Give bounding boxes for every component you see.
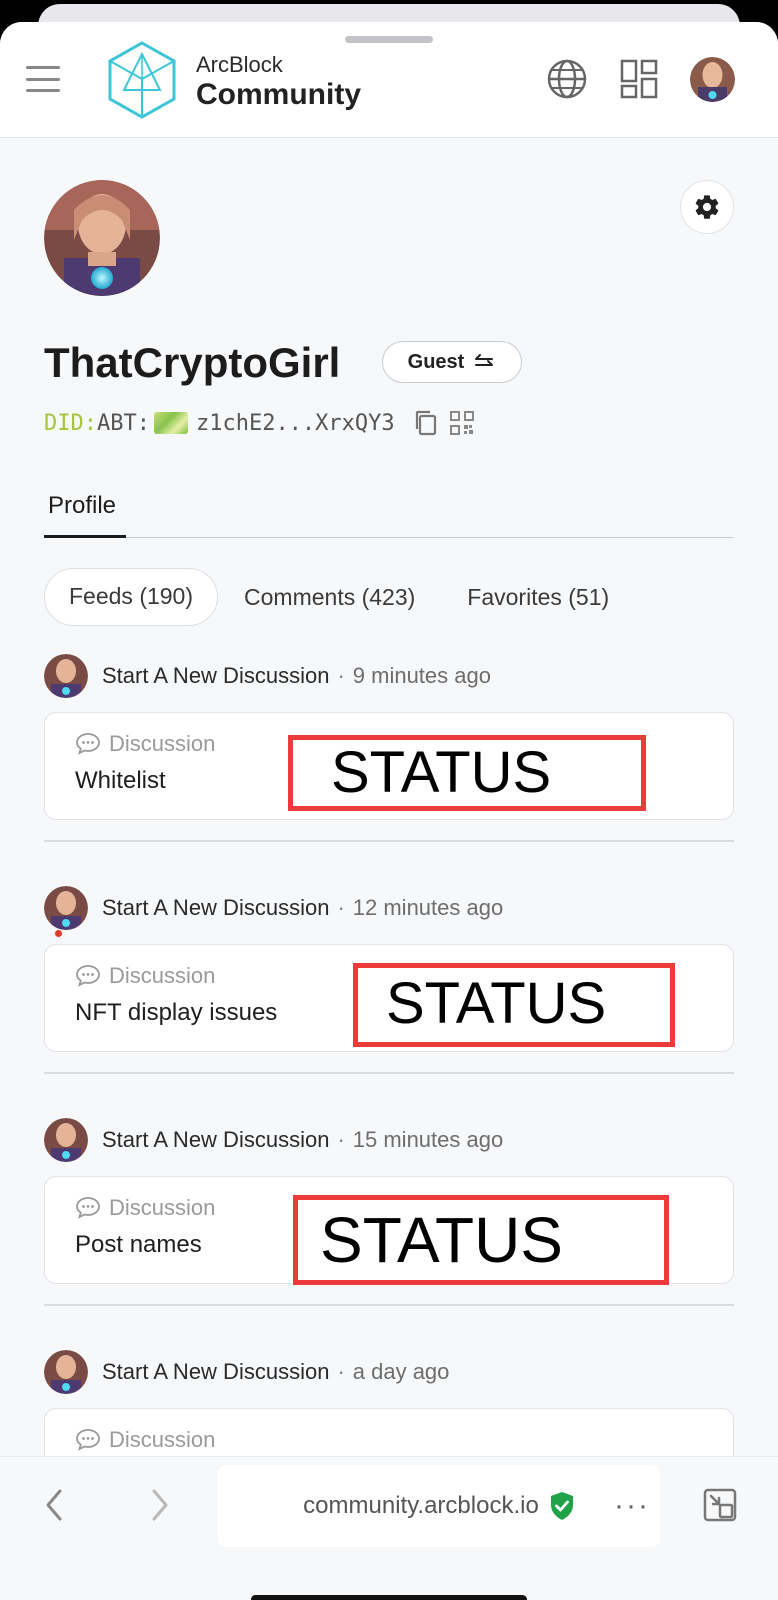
feed-separator: · [337,1127,345,1152]
feed-header: Start A New Discussion · 9 minutes ago [44,654,734,698]
speech-bubble-icon [76,1197,100,1219]
card-type-label: Discussion [109,963,216,988]
role-label: Guest [407,350,465,373]
feed-divider [44,840,734,842]
did-value[interactable]: z1chE2...XrxQY3 [196,411,395,436]
feed-action[interactable]: Start A New Discussion [102,1127,329,1153]
feed-timestamp: 12 minutes ago [352,895,504,920]
discussion-card[interactable]: Discussion Whitelist STATUS [44,712,734,820]
feed-item: Start A New Discussion · 9 minutes ago D… [44,654,734,820]
feed-item: Start A New Discussion · 12 minutes ago … [44,886,734,1052]
hamburger-menu-icon[interactable] [26,66,60,92]
home-indicator[interactable] [251,1595,527,1600]
settings-button[interactable] [680,180,734,234]
feed-item: Start A New Discussion · 15 minutes ago … [44,1118,734,1285]
tab-comments[interactable]: Comments (423) [218,568,441,626]
brand-bottom-text: Community [196,78,361,111]
forward-arrow-icon[interactable] [146,1485,174,1525]
profile-username: ThatCryptoGirl [44,339,341,386]
card-title[interactable]: Post names [75,1231,202,1259]
card-type-label: Discussion [109,731,216,756]
feed-timestamp: 15 minutes ago [352,1127,504,1152]
card-title[interactable]: Whitelist [75,767,166,795]
app-sheet: ArcBlock Community ThatCryptoGirl Guest … [0,22,778,1600]
feed-action[interactable]: Start A New Discussion [102,895,329,921]
feed-header: Start A New Discussion · 15 minutes ago [44,1118,734,1162]
more-options-button[interactable]: ··· [614,1489,650,1523]
card-type: Discussion [75,963,215,989]
card-type: Discussion [75,1195,215,1221]
card-type-label: Discussion [109,1427,216,1452]
tab-favorites[interactable]: Favorites (51) [441,568,635,626]
speech-bubble-icon [76,1429,100,1451]
gear-icon [695,195,719,219]
feed-divider [44,1072,734,1074]
browser-toolbar: community.arcblock.io ··· [0,1456,778,1600]
feed-timestamp: a day ago [352,1359,450,1384]
card-type: Discussion [75,1427,215,1453]
address-bar[interactable]: community.arcblock.io [218,1465,660,1547]
top-nav-bar: ArcBlock Community [0,22,778,138]
tab-active-underline [44,535,126,538]
did-chain: ABT: [96,410,150,436]
feed-header: Start A New Discussion · 12 minutes ago [44,886,734,937]
speech-bubble-icon [76,733,100,755]
grid-apps-icon[interactable] [620,59,658,99]
feed-avatar[interactable] [44,886,88,930]
feed-avatar[interactable] [44,1350,88,1394]
main-tabs: Profile [44,482,734,538]
card-title[interactable]: NFT display issues [75,999,277,1027]
discussion-card[interactable]: Discussion NFT display issues STATUS [44,944,734,1052]
status-annotation: STATUS [293,1195,669,1285]
brand-name[interactable]: ArcBlock Community [196,52,361,112]
feed-header: Start A New Discussion · a day ago [44,1350,734,1394]
speech-bubble-icon [76,965,100,987]
feed-timestamp: 9 minutes ago [352,663,491,688]
role-switch-badge[interactable]: Guest [382,341,522,383]
feed-avatar[interactable] [44,1118,88,1162]
tab-profile[interactable]: Profile [44,482,120,538]
sheet-grabber[interactable] [345,36,433,43]
url-text: community.arcblock.io [303,1492,539,1519]
qr-code-icon[interactable] [449,410,475,436]
feed-separator: · [337,1359,345,1384]
status-annotation: STATUS [353,963,675,1047]
did-prefix: DID: [44,410,97,436]
minimize-window-icon[interactable] [702,1487,738,1523]
activity-filter-tabs: Feeds (190) Comments (423) Favorites (51… [44,568,635,626]
tab-feeds[interactable]: Feeds (190) [44,568,219,626]
feed-action[interactable]: Start A New Discussion [102,663,329,689]
brand-top-text: ArcBlock [196,52,283,77]
shield-check-icon [550,1492,573,1520]
status-annotation: STATUS [288,735,646,811]
feed-separator: · [337,895,345,920]
user-avatar[interactable] [690,57,735,102]
did-avatar-chip [153,412,188,434]
profile-avatar[interactable] [44,180,160,296]
card-type: Discussion [75,731,215,757]
feed-divider [44,1304,734,1306]
feed-action[interactable]: Start A New Discussion [102,1359,329,1385]
copy-icon[interactable] [413,409,439,437]
back-arrow-icon[interactable] [40,1485,68,1525]
card-type-label: Discussion [109,1195,216,1220]
feed-separator: · [337,663,345,688]
globe-icon[interactable] [546,58,588,100]
swap-arrows-icon [472,352,496,372]
unread-indicator [55,930,62,937]
discussion-card[interactable]: Discussion Post names STATUS [44,1176,734,1285]
feed-avatar[interactable] [44,654,88,698]
arcblock-logo-icon[interactable] [106,40,178,120]
did-address-row: DID: ABT: z1chE2...XrxQY3 [44,408,475,438]
